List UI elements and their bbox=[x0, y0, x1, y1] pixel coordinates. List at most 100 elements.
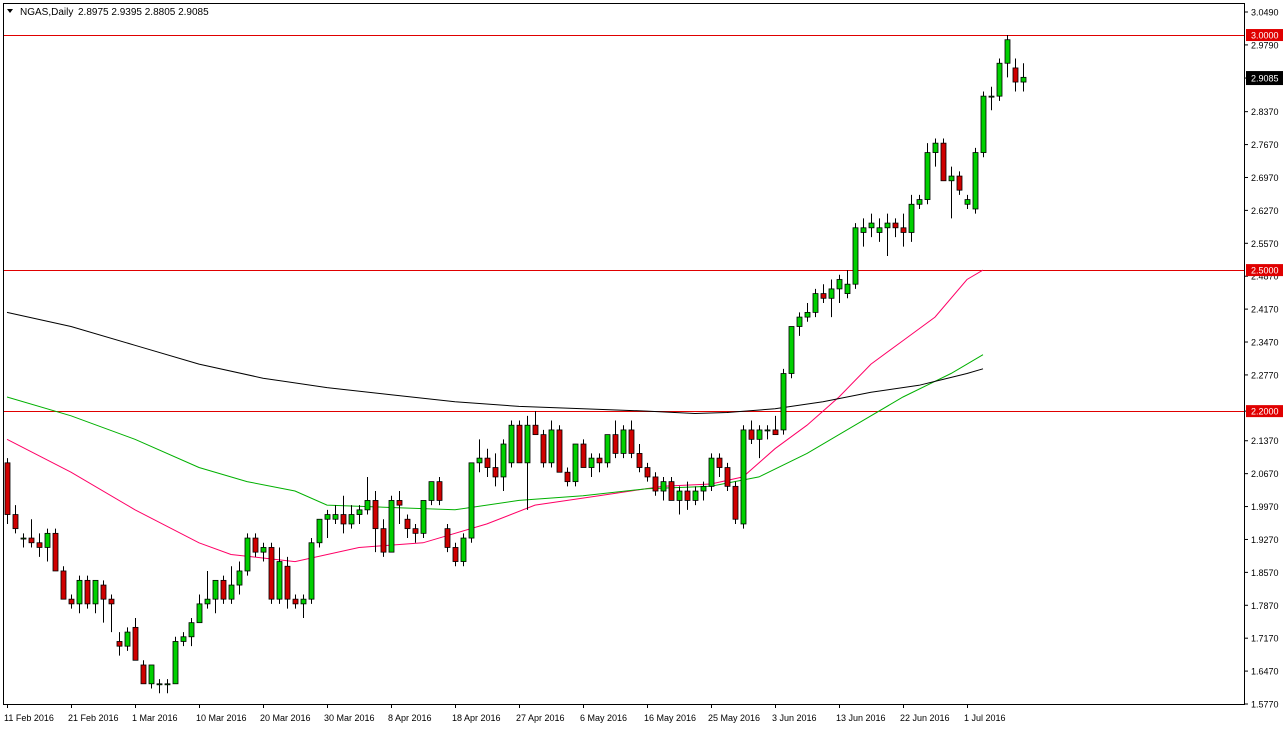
candle-body-up bbox=[812, 293, 819, 313]
candle-body-down bbox=[100, 584, 107, 600]
symbol-label: NGAS,Daily bbox=[20, 7, 73, 18]
candle bbox=[460, 533, 467, 567]
x-tick-label: 21 Feb 2016 bbox=[68, 713, 119, 723]
candle-body-down bbox=[36, 542, 43, 548]
x-tick-label: 20 Mar 2016 bbox=[260, 713, 311, 723]
chart-root: 3.0490 2.9790 2.9085 2.8370 2.7670 2.6970 2.62… bbox=[0, 0, 1287, 731]
candle-body-up bbox=[948, 175, 955, 182]
candle bbox=[924, 143, 931, 205]
y-tick-label: 2.3470 bbox=[1251, 338, 1279, 348]
x-tick-label: 11 Feb 2016 bbox=[4, 713, 54, 723]
candle bbox=[4, 458, 11, 524]
candle-body-down bbox=[396, 500, 403, 506]
candle-body-down bbox=[60, 570, 67, 600]
candle-body-down bbox=[668, 481, 675, 501]
candle-body-up bbox=[1004, 39, 1011, 64]
candle bbox=[780, 368, 787, 435]
x-tick-label: 27 Apr 2016 bbox=[516, 713, 565, 723]
candle-body-up bbox=[428, 481, 435, 501]
candle-body-down bbox=[652, 476, 659, 492]
candle-body-down bbox=[140, 664, 147, 685]
x-tick-label: 16 May 2016 bbox=[644, 713, 696, 723]
y-tick-label: 2.6270 bbox=[1251, 206, 1279, 216]
candle bbox=[268, 542, 275, 604]
candle-body-down bbox=[636, 453, 643, 468]
candle-body-down bbox=[132, 626, 139, 661]
candle-body-up bbox=[740, 429, 747, 525]
y-tick-label: 1.7870 bbox=[1251, 601, 1279, 611]
candle-body-up bbox=[988, 95, 995, 98]
y-tick-label: 2.0670 bbox=[1251, 469, 1279, 479]
x-tick-label: 10 Mar 2016 bbox=[196, 713, 247, 723]
candle-body-down bbox=[444, 528, 451, 548]
x-tick-label: 8 Apr 2016 bbox=[388, 713, 432, 723]
candle-body-down bbox=[580, 443, 587, 468]
candle bbox=[244, 533, 251, 576]
candle-body-down bbox=[268, 547, 275, 600]
candle-body-up bbox=[660, 481, 667, 492]
candle-body-down bbox=[540, 434, 547, 464]
candle-body-up bbox=[764, 429, 771, 432]
candle bbox=[732, 481, 739, 524]
candle bbox=[972, 147, 979, 214]
candle-body-up bbox=[908, 203, 915, 233]
candle bbox=[420, 500, 427, 539]
candle-body-up bbox=[860, 227, 867, 233]
candle-body-up bbox=[972, 152, 979, 210]
candle-body-up bbox=[324, 514, 331, 520]
current-price-label: 2.9085 bbox=[1251, 74, 1279, 84]
candle-body-up bbox=[236, 570, 243, 586]
candle-body-up bbox=[588, 457, 595, 468]
candle-body-down bbox=[940, 142, 947, 182]
candle-body-down bbox=[52, 532, 59, 572]
chart-background bbox=[0, 0, 1287, 731]
candle-body-down bbox=[1012, 67, 1019, 83]
candle-body-up bbox=[148, 664, 155, 685]
candle-body-up bbox=[780, 373, 787, 431]
candle bbox=[388, 495, 395, 553]
x-tick-label: 1 Jul 2016 bbox=[964, 713, 1006, 723]
candle-body-up bbox=[996, 62, 1003, 97]
candle-body-up bbox=[620, 429, 627, 454]
candle-body-up bbox=[756, 429, 763, 440]
candle-body-up bbox=[468, 462, 475, 539]
candle bbox=[60, 566, 67, 600]
candle-body-up bbox=[44, 532, 51, 548]
candle-body-up bbox=[76, 579, 83, 605]
candle-body-down bbox=[516, 424, 523, 464]
candle-body-up bbox=[1020, 76, 1027, 83]
level-price-tag-label: 3.0000 bbox=[1251, 31, 1279, 41]
candle-body-up bbox=[876, 227, 883, 233]
y-tick-label: 2.2770 bbox=[1251, 370, 1279, 380]
candle bbox=[468, 462, 475, 543]
y-tick-label: 2.1370 bbox=[1251, 436, 1279, 446]
candle-body-down bbox=[12, 514, 19, 530]
y-tick-label: 1.8570 bbox=[1251, 568, 1279, 578]
candle-body-down bbox=[372, 500, 379, 530]
x-tick-label: 30 Mar 2016 bbox=[324, 713, 375, 723]
candle-body-down bbox=[380, 528, 387, 553]
candle bbox=[996, 58, 1003, 101]
y-tick-label: 3.0490 bbox=[1251, 8, 1279, 18]
level-price-tag-label: 2.5000 bbox=[1251, 266, 1279, 276]
candle-body-up bbox=[508, 424, 515, 464]
candle-body-up bbox=[244, 537, 251, 572]
candle-body-up bbox=[980, 95, 987, 153]
candle-body-up bbox=[356, 509, 363, 515]
candle bbox=[308, 538, 315, 604]
candle-body-up bbox=[180, 636, 187, 642]
candle bbox=[540, 429, 547, 468]
candle-body-down bbox=[84, 579, 91, 605]
candle bbox=[708, 453, 715, 492]
y-tick-label: 2.4170 bbox=[1251, 305, 1279, 315]
candle-body-up bbox=[604, 434, 611, 464]
candle-body-up bbox=[388, 500, 395, 553]
candle bbox=[508, 420, 515, 468]
candle-body-up bbox=[708, 457, 715, 487]
candle-body-up bbox=[884, 222, 891, 229]
candle-body-down bbox=[748, 429, 755, 440]
candle-body-up bbox=[676, 490, 683, 501]
candle-body-up bbox=[316, 518, 323, 544]
candle-body-up bbox=[124, 631, 131, 647]
candle-body-down bbox=[220, 579, 227, 600]
